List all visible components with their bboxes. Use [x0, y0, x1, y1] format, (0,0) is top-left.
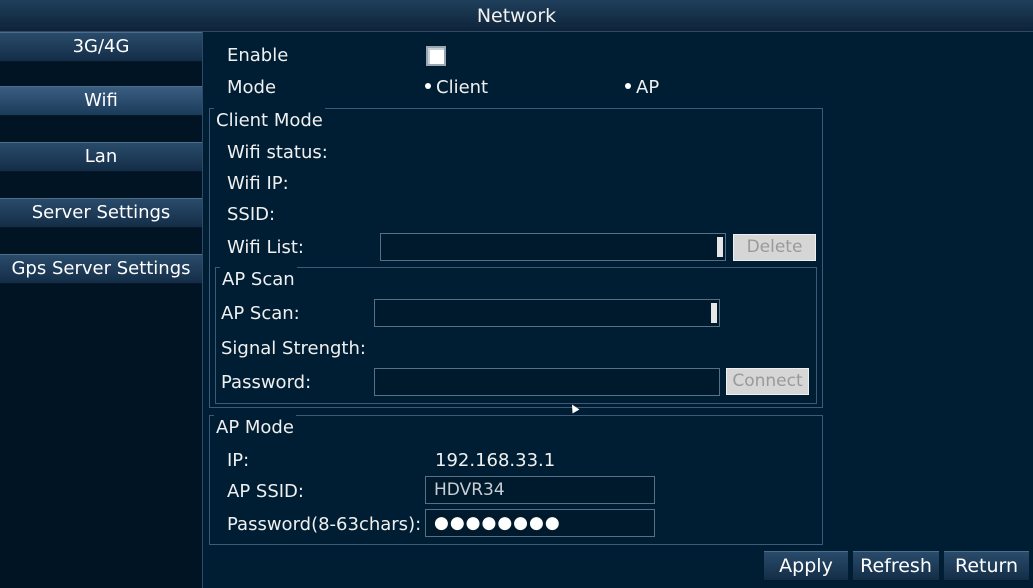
sidebar: 3G/4G Wifi Lan Server Settings Gps Serve… — [0, 32, 202, 588]
ap-mode-title: AP Mode — [214, 415, 296, 441]
wifi-list-label: Wifi List: — [227, 237, 304, 258]
return-button[interactable]: Return — [944, 551, 1029, 581]
mode-client-radio[interactable]: Client — [425, 77, 488, 98]
radio-dot-icon — [425, 83, 431, 89]
sidebar-item-lan[interactable]: Lan — [0, 142, 202, 172]
mode-ap-radio[interactable]: AP — [625, 77, 659, 98]
radio-dot-icon — [625, 83, 631, 89]
ssid-label: SSID: — [227, 204, 276, 225]
window-title: Network — [0, 0, 1033, 32]
wifi-list-dropdown[interactable] — [380, 233, 726, 261]
client-mode-title: Client Mode — [214, 108, 325, 134]
ap-ip-value: 192.168.33.1 — [435, 450, 556, 471]
wifi-settings-panel: Enable Mode Client AP Client Mode Wifi s… — [202, 32, 1033, 588]
ap-scan-dropdown[interactable] — [374, 299, 720, 327]
ap-scan-password-label: Password: — [221, 372, 312, 393]
sidebar-item-3g4g[interactable]: 3G/4G — [0, 32, 202, 62]
apply-button[interactable]: Apply — [764, 551, 848, 581]
refresh-button[interactable]: Refresh — [853, 551, 939, 581]
delete-button[interactable]: Delete — [733, 234, 816, 261]
sidebar-item-gps-server-settings[interactable]: Gps Server Settings — [0, 254, 202, 284]
ap-ssid-label: AP SSID: — [227, 481, 304, 502]
sidebar-item-server-settings[interactable]: Server Settings — [0, 198, 202, 228]
scrollbar-thumb-icon[interactable] — [717, 237, 723, 257]
enable-label: Enable — [227, 45, 289, 66]
scrollbar-thumb-icon[interactable] — [711, 303, 717, 323]
ap-ssid-input[interactable]: HDVR34 — [425, 476, 655, 504]
wifi-status-label: Wifi status: — [227, 142, 328, 163]
mode-ap-label: AP — [636, 77, 660, 98]
mode-label: Mode — [227, 77, 277, 98]
ap-password-label: Password(8-63chars): — [227, 514, 422, 535]
ap-ip-label: IP: — [227, 450, 250, 471]
enable-checkbox[interactable] — [426, 46, 446, 66]
mode-client-label: Client — [436, 77, 489, 98]
connect-button[interactable]: Connect — [726, 368, 809, 395]
sidebar-item-wifi[interactable]: Wifi — [0, 86, 202, 116]
ap-scan-title: AP Scan — [220, 267, 297, 293]
ap-password-input[interactable]: ●●●●●●●● — [425, 509, 655, 537]
ap-scan-label: AP Scan: — [221, 303, 300, 324]
ap-scan-password-input[interactable] — [374, 368, 720, 396]
signal-strength-label: Signal Strength: — [221, 338, 366, 359]
wifi-ip-label: Wifi IP: — [227, 173, 289, 194]
